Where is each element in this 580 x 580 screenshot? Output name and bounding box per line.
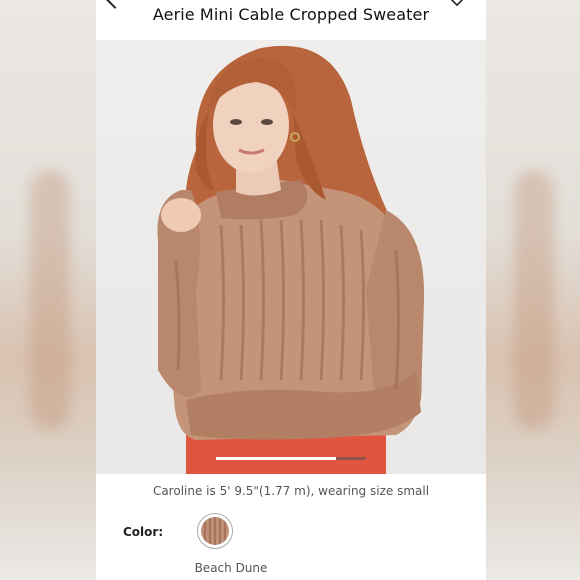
color-label: Color: (123, 525, 164, 539)
gallery-progress-bar (216, 457, 366, 460)
swatch-fill (201, 517, 229, 545)
product-screen: Aerie Mini Cable Cropped Sweater Carolin… (96, 0, 486, 580)
gallery-progress-fill (216, 457, 336, 460)
product-header: Aerie Mini Cable Cropped Sweater (96, 0, 486, 40)
model-photo (157, 45, 425, 474)
product-title: Aerie Mini Cable Cropped Sweater (152, 5, 430, 24)
heart-icon[interactable] (448, 0, 466, 6)
blurred-background-left (0, 0, 96, 580)
color-swatch-selected[interactable] (197, 513, 233, 549)
model-size-caption: Caroline is 5' 9.5"(1.77 m), wearing siz… (152, 484, 430, 498)
product-image[interactable] (96, 40, 486, 474)
color-name: Beach Dune (194, 561, 268, 575)
blurred-background-right (484, 0, 580, 580)
